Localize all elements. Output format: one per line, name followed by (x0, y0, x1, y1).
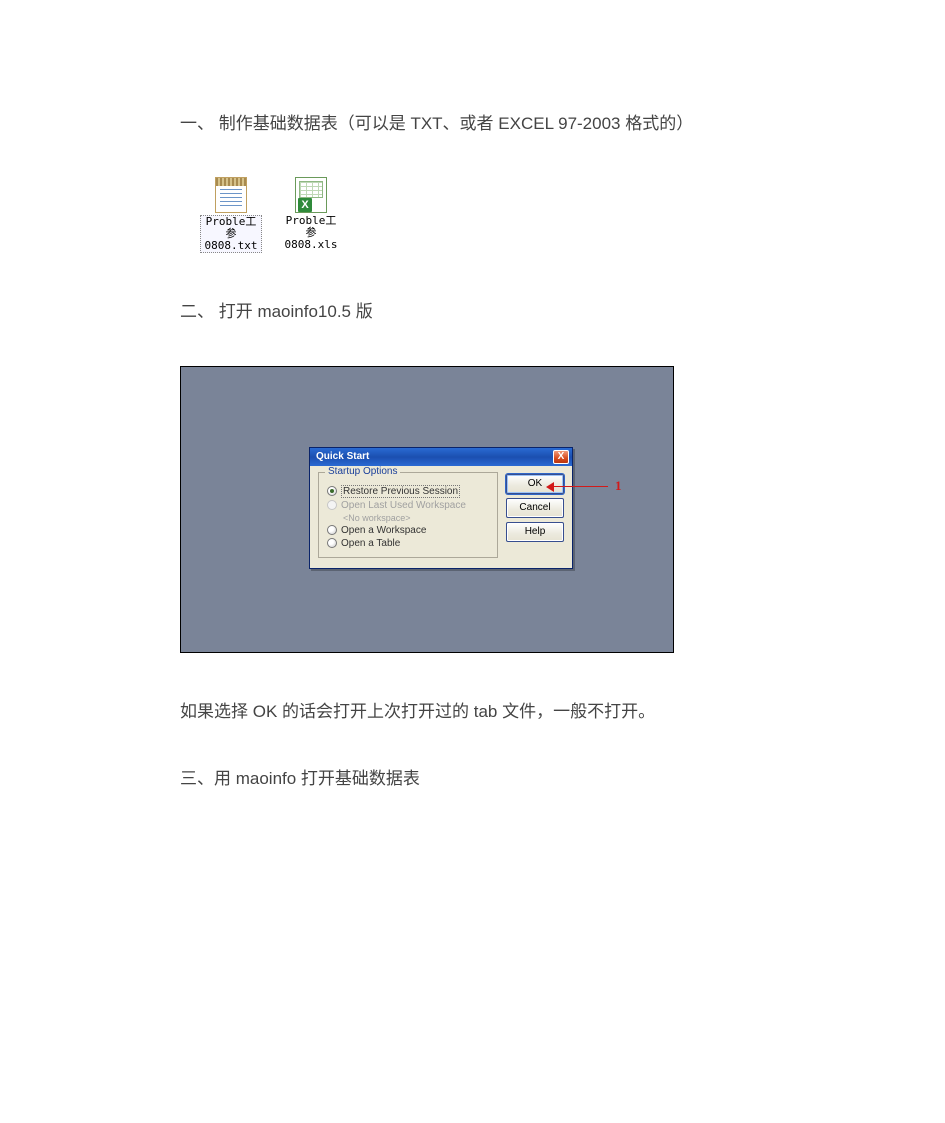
help-button[interactable]: Help (506, 522, 564, 542)
radio-open-table[interactable]: Open a Table (327, 538, 489, 549)
notepad-file-icon (215, 177, 247, 213)
app-screenshot: Quick Start X Startup Options Restore Pr… (180, 366, 674, 653)
close-icon: X (558, 451, 565, 462)
file-xls-name-line2: 0808.xls (285, 238, 338, 251)
note-text: 如果选择 OK 的话会打开上次打开过的 tab 文件，一般不打开。 (180, 698, 765, 725)
section-3-heading: 三、用 maoinfo 打开基础数据表 (180, 765, 765, 792)
radio-icon (327, 538, 337, 548)
radio-last-label: Open Last Used Workspace (341, 500, 466, 511)
file-icons-row: Proble工参 0808.txt Proble工参 0808.xls (200, 177, 765, 253)
section-1-heading: 一、 制作基础数据表（可以是 TXT、或者 EXCEL 97-2003 格式的） (180, 110, 765, 137)
document-page: 一、 制作基础数据表（可以是 TXT、或者 EXCEL 97-2003 格式的）… (0, 0, 945, 892)
radio-table-label: Open a Table (341, 538, 400, 549)
annotation-arrow-shaft (552, 486, 608, 487)
radio-icon (327, 486, 337, 496)
groupbox-title: Startup Options (325, 466, 400, 477)
annotation-arrow-icon (546, 482, 554, 492)
quick-start-dialog: Quick Start X Startup Options Restore Pr… (309, 447, 573, 569)
radio-open-workspace[interactable]: Open a Workspace (327, 525, 489, 536)
radio-restore-label: Restore Previous Session (341, 485, 460, 498)
dialog-button-column: OK Cancel Help (506, 472, 564, 558)
radio-restore-previous[interactable]: Restore Previous Session (327, 485, 489, 498)
annotation-label: 1 (615, 478, 622, 494)
file-xls[interactable]: Proble工参 0808.xls (280, 177, 342, 253)
file-txt[interactable]: Proble工参 0808.txt (200, 177, 262, 253)
radio-last-sub-label: <No workspace> (343, 513, 411, 523)
section-2-heading: 二、 打开 maoinfo10.5 版 (180, 298, 765, 325)
ok-button[interactable]: OK (506, 474, 564, 494)
radio-open-last-sub: <No workspace> (327, 513, 489, 523)
file-txt-name-line2: 0808.txt (205, 239, 258, 252)
dialog-title: Quick Start (316, 451, 369, 462)
excel-file-icon (295, 177, 327, 213)
radio-icon (327, 500, 337, 510)
radio-open-last-workspace: Open Last Used Workspace (327, 500, 489, 511)
startup-options-group: Startup Options Restore Previous Session… (318, 472, 498, 558)
dialog-titlebar[interactable]: Quick Start X (310, 448, 572, 466)
file-txt-name-line1: Proble工参 (206, 215, 257, 240)
cancel-button[interactable]: Cancel (506, 498, 564, 518)
file-xls-name-line1: Proble工参 (286, 214, 337, 239)
radio-workspace-label: Open a Workspace (341, 525, 426, 536)
radio-icon (327, 525, 337, 535)
dialog-body: Startup Options Restore Previous Session… (310, 466, 572, 568)
close-button[interactable]: X (553, 450, 569, 464)
